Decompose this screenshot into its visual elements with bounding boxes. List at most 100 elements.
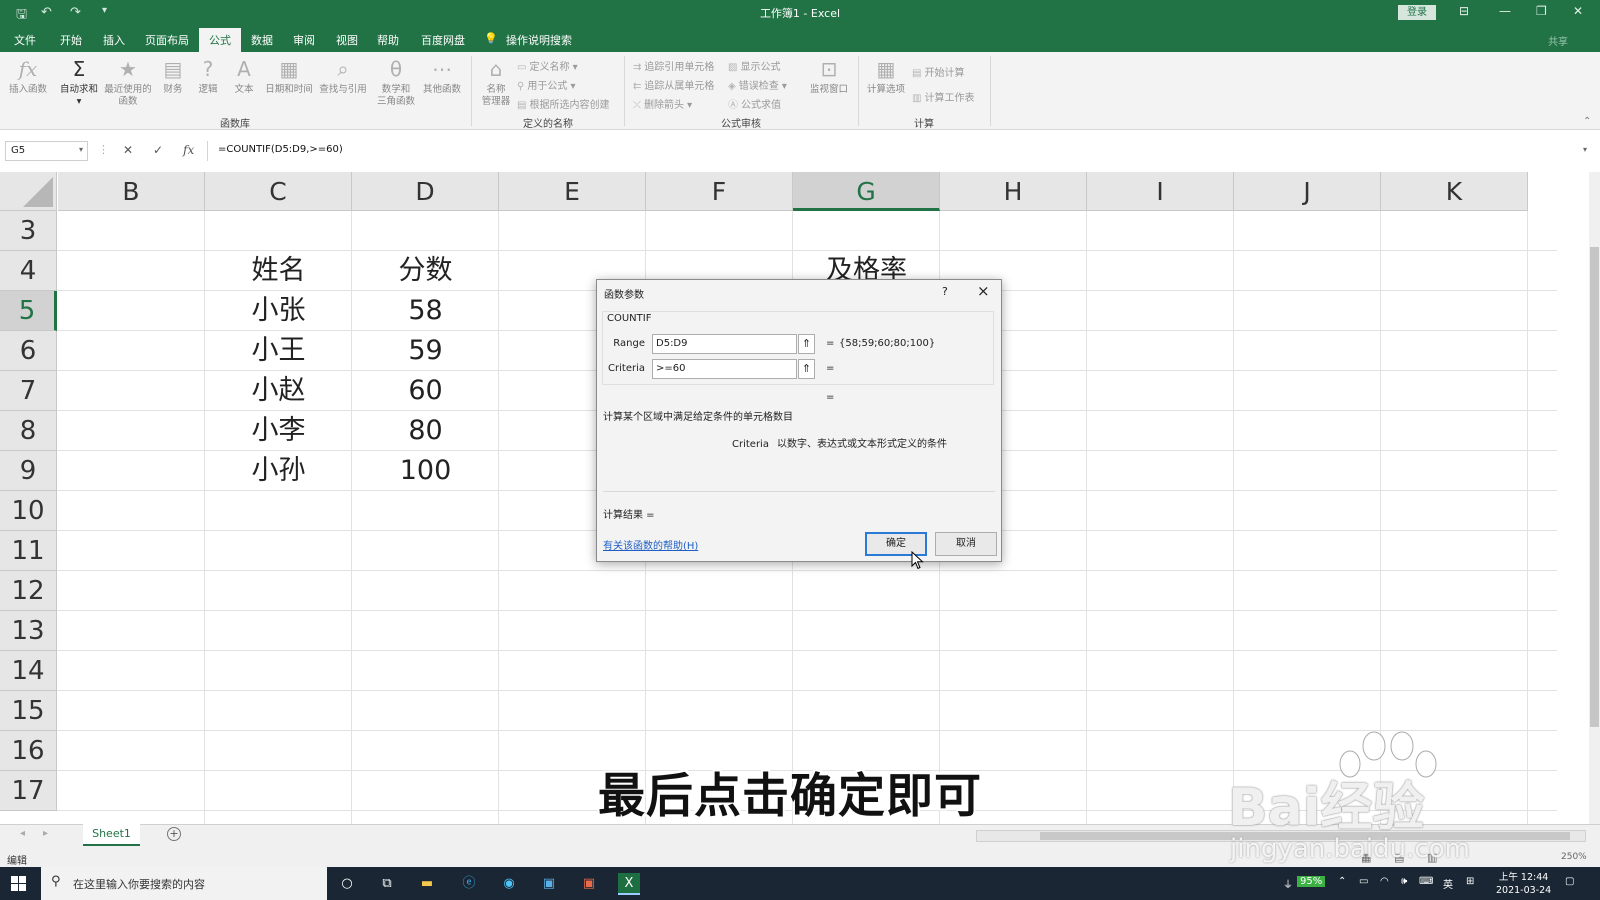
show-formulas-button[interactable]: ▨ 显示公式 [728, 58, 780, 73]
tab-home[interactable]: 开始 [60, 32, 82, 48]
cell-d7[interactable]: 60 [352, 371, 499, 411]
cell-d4[interactable]: 分数 [352, 251, 499, 291]
calculate-sheet-button[interactable]: ▥ 计算工作表 [912, 89, 974, 104]
row-header-6[interactable]: 6 [0, 331, 57, 371]
row-header-15[interactable]: 15 [0, 691, 57, 731]
vertical-scroll-thumb[interactable] [1590, 247, 1599, 727]
row-header-12[interactable]: 12 [0, 571, 57, 611]
dialog-help-icon[interactable]: ? [942, 285, 948, 298]
cell-d6[interactable]: 59 [352, 331, 499, 371]
cell-c8[interactable]: 小李 [205, 411, 352, 451]
row-header-13[interactable]: 13 [0, 611, 57, 651]
tab-help[interactable]: 帮助 [377, 32, 399, 48]
keyboard-icon[interactable]: ⌨ [1419, 876, 1433, 887]
row-header-11[interactable]: 11 [0, 531, 57, 571]
column-header-e[interactable]: E [499, 172, 646, 211]
app-icon[interactable]: ▣ [538, 873, 560, 895]
notification-icon[interactable]: ▢ [1565, 876, 1574, 887]
scroll-tabs-left-icon[interactable]: ◂ [20, 828, 25, 839]
column-header-g[interactable]: G [793, 172, 940, 211]
column-header-f[interactable]: F [646, 172, 793, 211]
row-header-14[interactable]: 14 [0, 651, 57, 691]
create-from-selection-button[interactable]: ▤ 根据所选内容创建 [517, 96, 609, 111]
column-header-k[interactable]: K [1381, 172, 1528, 211]
tab-review[interactable]: 审阅 [293, 32, 315, 48]
cancel-entry-icon[interactable]: ✕ [123, 143, 133, 157]
tell-me-search[interactable]: 操作说明搜索 [506, 32, 572, 48]
function-help-link[interactable]: 有关该函数的帮助(H) [603, 537, 698, 552]
cell-d5[interactable]: 58 [352, 291, 499, 331]
sheet-tab-sheet1[interactable]: Sheet1 [83, 824, 140, 846]
column-header-i[interactable]: I [1087, 172, 1234, 211]
row-header-10[interactable]: 10 [0, 491, 57, 531]
use-in-formula-button[interactable]: ⚲ 用于公式 ▾ [517, 77, 576, 92]
row-header-8[interactable]: 8 [0, 411, 57, 451]
collapse-ribbon-icon[interactable]: ⌃ [1583, 116, 1591, 127]
add-sheet-button[interactable]: + [167, 827, 181, 841]
lookup-button[interactable]: ⌕ 查找与引用 [317, 56, 369, 96]
chevron-up-icon[interactable]: ⌃ [1338, 876, 1346, 887]
cell-c9[interactable]: 小孙 [205, 451, 352, 491]
column-header-b[interactable]: B [58, 172, 205, 211]
cell-d8[interactable]: 80 [352, 411, 499, 451]
taskbar-clock[interactable]: 上午 12:44 2021-03-24 [1496, 871, 1551, 897]
volume-icon[interactable]: 🕪 [1401, 876, 1407, 887]
edge-browser-icon[interactable]: ◉ [498, 873, 520, 895]
ime-grid-icon[interactable]: ⊞ [1466, 876, 1474, 887]
tab-formulas[interactable]: 公式 [199, 28, 241, 52]
enter-entry-icon[interactable]: ✓ [153, 143, 163, 157]
ime-indicator[interactable]: 英 [1443, 876, 1453, 891]
row-header-3[interactable]: 3 [0, 211, 57, 251]
login-button[interactable]: 登录 [1398, 5, 1436, 20]
name-box-dropdown-icon[interactable]: ▾ [79, 145, 83, 154]
scroll-tabs-right-icon[interactable]: ▸ [43, 828, 48, 839]
row-header-4[interactable]: 4 [0, 251, 57, 291]
insert-function-button[interactable]: fx 插入函数 [5, 56, 51, 96]
cell-c4[interactable]: 姓名 [205, 251, 352, 291]
math-trig-button[interactable]: θ 数学和 三角函数 [374, 56, 418, 108]
dialog-close-icon[interactable]: × [977, 282, 990, 300]
taskbar-search-box[interactable]: ⚲ 在这里输入你要搜索的内容 [41, 867, 327, 900]
cortana-icon[interactable]: ○ [336, 873, 358, 895]
tab-view[interactable]: 视图 [336, 32, 358, 48]
column-header-h[interactable]: H [940, 172, 1087, 211]
battery-indicator[interactable]: 95% [1297, 876, 1326, 887]
cell-c6[interactable]: 小王 [205, 331, 352, 371]
cell-c7[interactable]: 小赵 [205, 371, 352, 411]
zoom-level[interactable]: 250% [1561, 852, 1587, 862]
define-name-button[interactable]: ▭ 定义名称 ▾ [517, 58, 578, 73]
tab-file[interactable]: 文件 [14, 32, 36, 48]
windows-start-icon[interactable] [11, 876, 26, 891]
criteria-collapse-icon[interactable]: ⇑ [798, 359, 815, 379]
trace-precedents-button[interactable]: ⇉ 追踪引用单元格 [633, 58, 714, 73]
recent-functions-button[interactable]: ★ 最近使用的 函数 [103, 56, 153, 108]
restore-icon[interactable]: ❐ [1536, 4, 1547, 18]
row-header-5[interactable]: 5 [0, 291, 57, 331]
insert-function-fx-icon[interactable]: fx [183, 143, 194, 157]
error-checking-button[interactable]: ◈ 错误检查 ▾ [728, 77, 787, 92]
column-header-j[interactable]: J [1234, 172, 1381, 211]
column-header-d[interactable]: D [352, 172, 499, 211]
vertical-scrollbar[interactable] [1589, 172, 1600, 824]
select-all-corner[interactable] [0, 172, 57, 211]
minimize-icon[interactable]: — [1499, 4, 1511, 18]
datetime-button[interactable]: ▦ 日期和时间 [263, 56, 315, 96]
financial-button[interactable]: ▤ 财务 [158, 56, 188, 96]
logical-button[interactable]: ? 逻辑 [193, 56, 223, 96]
row-header-16[interactable]: 16 [0, 731, 57, 771]
column-header-c[interactable]: C [205, 172, 352, 211]
task-view-icon[interactable]: ⧉ [376, 873, 398, 895]
more-functions-button[interactable]: ⋯ 其他函数 [420, 56, 464, 96]
criteria-input[interactable]: >=60 [652, 359, 797, 379]
range-collapse-icon[interactable]: ⇑ [798, 334, 815, 354]
cell-c5[interactable]: 小张 [205, 291, 352, 331]
text-button[interactable]: A 文本 [229, 56, 259, 96]
name-manager-button[interactable]: ⌂ 名称 管理器 [478, 56, 514, 108]
tab-insert[interactable]: 插入 [103, 32, 125, 48]
row-header-9[interactable]: 9 [0, 451, 57, 491]
cancel-button[interactable]: 取消 [935, 532, 997, 556]
file-explorer-icon[interactable]: ▬ [416, 873, 438, 895]
app-icon[interactable]: ▣ [578, 873, 600, 895]
evaluate-formula-button[interactable]: Ⓐ 公式求值 [728, 96, 781, 111]
expand-formula-bar-icon[interactable]: ▾ [1583, 145, 1587, 154]
